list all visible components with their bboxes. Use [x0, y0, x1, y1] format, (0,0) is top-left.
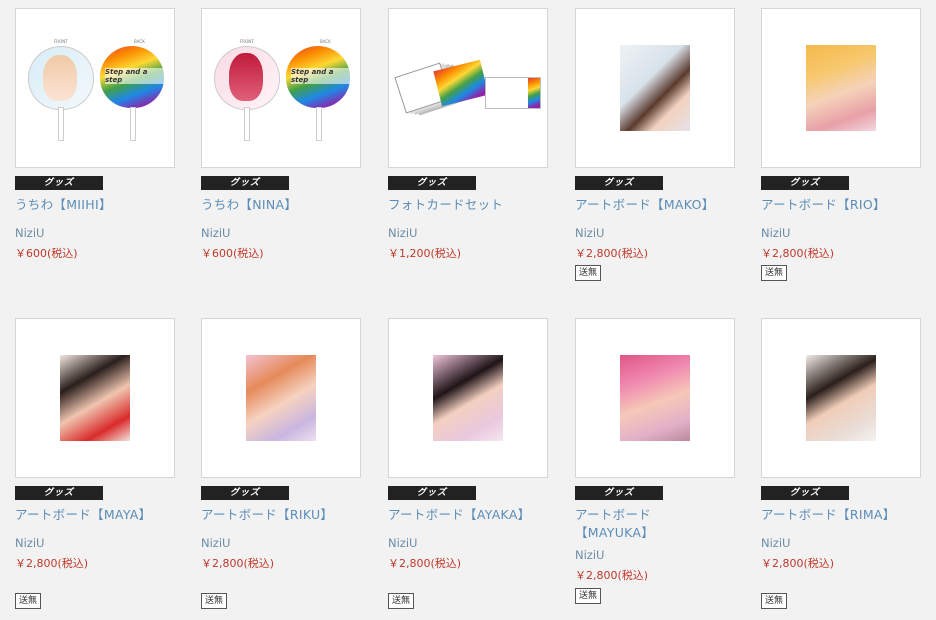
- artist-link[interactable]: NiziU: [575, 548, 737, 562]
- artist-link[interactable]: NiziU: [15, 536, 177, 550]
- free-shipping-badge: 送無: [761, 265, 788, 281]
- member-photo: [806, 45, 876, 131]
- member-photo: [60, 355, 130, 441]
- member-photo: [620, 355, 690, 441]
- artist-link[interactable]: NiziU: [388, 536, 550, 550]
- product-image[interactable]: FRONT BACK Step and a step: [201, 8, 361, 168]
- category-badge: グッズ: [761, 486, 849, 500]
- member-photo: [246, 355, 316, 441]
- fan-handle: [130, 107, 136, 141]
- product-card[interactable]: グッズ アートボード【MAYA】 NiziU ￥2,800(税込) 送無: [15, 318, 177, 609]
- product-title[interactable]: アートボード【MAYA】: [15, 506, 177, 524]
- fan-text: Step and a step: [291, 68, 350, 84]
- free-shipping-badge: 送無: [761, 593, 788, 609]
- product-title[interactable]: フォトカードセット: [388, 196, 550, 214]
- artist-link[interactable]: NiziU: [388, 226, 550, 240]
- member-photo: [43, 55, 77, 101]
- photo-card-envelope: [485, 77, 541, 109]
- product-image[interactable]: [388, 8, 548, 168]
- product-price: ￥1,200(税込): [388, 247, 462, 260]
- envelope-stripe: [528, 78, 540, 108]
- product-price: ￥600(税込): [15, 247, 78, 260]
- product-card[interactable]: グッズ アートボード【MAKO】 NiziU ￥2,800(税込) 送無: [575, 8, 737, 281]
- fan-back-label: BACK: [134, 39, 145, 44]
- fan-handle: [244, 107, 250, 141]
- artist-link[interactable]: NiziU: [761, 536, 923, 550]
- product-title[interactable]: うちわ【MIIHI】: [15, 196, 177, 214]
- product-image[interactable]: [201, 318, 361, 478]
- product-image[interactable]: [388, 318, 548, 478]
- product-price: ￥2,800(税込): [388, 557, 462, 570]
- category-badge: グッズ: [575, 176, 663, 190]
- category-badge: グッズ: [761, 176, 849, 190]
- product-price: ￥2,800(税込): [15, 557, 89, 570]
- product-card[interactable]: グッズ アートボード【RIMA】 NiziU ￥2,800(税込) 送無: [761, 318, 923, 609]
- category-badge: グッズ: [201, 486, 289, 500]
- product-card[interactable]: グッズ アートボード【MAYUKA】 NiziU ￥2,800(税込) 送無: [575, 318, 737, 604]
- category-badge: グッズ: [15, 486, 103, 500]
- artist-link[interactable]: NiziU: [201, 536, 363, 550]
- product-card[interactable]: FRONT BACK Step and a step グッズ うちわ【NINA】…: [201, 8, 363, 260]
- member-photo: [433, 355, 503, 441]
- product-image[interactable]: [575, 318, 735, 478]
- member-photo: [806, 355, 876, 441]
- product-price: ￥600(税込): [201, 247, 264, 260]
- product-title[interactable]: アートボード【AYAKA】: [388, 506, 550, 524]
- free-shipping-badge: 送無: [575, 265, 602, 281]
- photo-card-rainbow: [433, 59, 489, 107]
- product-title[interactable]: アートボード【MAYUKA】: [575, 506, 670, 542]
- product-title[interactable]: アートボード【RIKU】: [201, 506, 363, 524]
- fan-front-label: FRONT: [240, 39, 254, 44]
- fan-back: Step and a step: [286, 46, 350, 108]
- product-price: ￥2,800(税込): [575, 247, 649, 260]
- product-image[interactable]: [761, 318, 921, 478]
- product-card[interactable]: グッズ アートボード【AYAKA】 NiziU ￥2,800(税込) 送無: [388, 318, 550, 609]
- product-card[interactable]: グッズ フォトカードセット NiziU ￥1,200(税込): [388, 8, 550, 260]
- product-price: ￥2,800(税込): [761, 247, 835, 260]
- artist-link[interactable]: NiziU: [761, 226, 923, 240]
- product-image[interactable]: FRONT BACK Step and a step: [15, 8, 175, 168]
- fan-handle: [316, 107, 322, 141]
- product-card[interactable]: グッズ アートボード【RIKU】 NiziU ￥2,800(税込) 送無: [201, 318, 363, 609]
- category-badge: グッズ: [388, 486, 476, 500]
- artist-link[interactable]: NiziU: [201, 226, 363, 240]
- free-shipping-badge: 送無: [388, 593, 415, 609]
- fan-handle: [58, 107, 64, 141]
- fan-front-label: FRONT: [54, 39, 68, 44]
- product-image[interactable]: [15, 318, 175, 478]
- free-shipping-badge: 送無: [15, 593, 42, 609]
- category-badge: グッズ: [15, 176, 103, 190]
- member-photo: [229, 53, 263, 101]
- product-image[interactable]: [761, 8, 921, 168]
- category-badge: グッズ: [388, 176, 476, 190]
- product-title[interactable]: アートボード【RIMA】: [761, 506, 923, 524]
- fan-front: [28, 46, 94, 110]
- product-title[interactable]: アートボード【MAKO】: [575, 196, 737, 214]
- product-price: ￥2,800(税込): [575, 569, 649, 582]
- product-title[interactable]: うちわ【NINA】: [201, 196, 363, 214]
- artist-link[interactable]: NiziU: [575, 226, 737, 240]
- product-card[interactable]: FRONT BACK Step and a step グッズ うちわ【MIIHI…: [15, 8, 177, 260]
- free-shipping-badge: 送無: [201, 593, 228, 609]
- member-photo: [620, 45, 690, 131]
- free-shipping-badge: 送無: [575, 588, 602, 604]
- product-card[interactable]: グッズ アートボード【RIO】 NiziU ￥2,800(税込) 送無: [761, 8, 923, 281]
- category-badge: グッズ: [575, 486, 663, 500]
- product-title[interactable]: アートボード【RIO】: [761, 196, 923, 214]
- fan-text: Step and a step: [105, 68, 164, 84]
- category-badge: グッズ: [201, 176, 289, 190]
- artist-link[interactable]: NiziU: [15, 226, 177, 240]
- product-price: ￥2,800(税込): [201, 557, 275, 570]
- product-price: ￥2,800(税込): [761, 557, 835, 570]
- fan-front: [214, 46, 280, 110]
- product-image[interactable]: [575, 8, 735, 168]
- fan-back-label: BACK: [320, 39, 331, 44]
- fan-back: Step and a step: [100, 46, 164, 108]
